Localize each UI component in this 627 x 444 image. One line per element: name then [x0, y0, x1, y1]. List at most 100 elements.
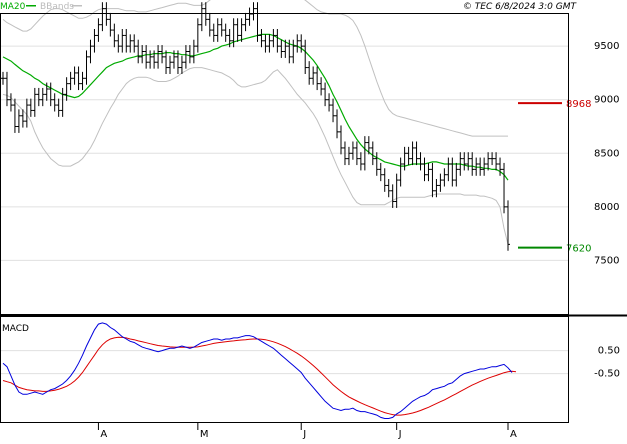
bband-lower-line	[2, 67, 509, 245]
price-bar	[76, 66, 81, 91]
price-bar	[490, 152, 495, 166]
price-bar	[331, 98, 336, 123]
price-bar	[164, 50, 169, 74]
price-bar	[263, 34, 268, 53]
price-bar	[183, 45, 188, 69]
price-bar	[422, 157, 427, 182]
macd-title: MACD	[2, 324, 29, 334]
price-bar	[8, 93, 13, 112]
price-bar	[235, 18, 240, 42]
support-label: 7620	[566, 244, 591, 255]
price-bar	[60, 87, 65, 117]
price-bar	[1, 71, 5, 85]
price-bar	[295, 34, 300, 53]
price-bar	[124, 29, 129, 53]
price-bar	[426, 162, 431, 182]
price-tick-label: 8000	[594, 202, 619, 213]
price-bar	[335, 109, 340, 139]
price-bar	[303, 39, 308, 74]
price-bar	[36, 87, 41, 107]
price-bar	[211, 23, 216, 42]
price-bar	[191, 39, 196, 64]
price-bar	[120, 29, 125, 53]
price-bar	[307, 61, 312, 85]
stock-chart: MA20 BBands © TEC 6/8/2024 3:0 GMT 89687…	[0, 0, 627, 440]
price-bar	[315, 66, 320, 91]
price-bar	[346, 146, 351, 166]
price-bar	[96, 18, 101, 42]
price-bar	[179, 55, 184, 74]
price-bar	[219, 18, 224, 37]
price-bar	[267, 34, 272, 53]
macd-y-axis: 0.50 -0.50	[594, 346, 620, 380]
price-bar	[502, 162, 507, 214]
price-bar	[291, 39, 296, 64]
price-bar	[327, 93, 332, 112]
price-bar	[140, 45, 145, 64]
time-x-axis: AMJJA	[97, 422, 517, 440]
price-frame	[0, 13, 569, 315]
price-bar	[108, 12, 113, 37]
price-bar	[112, 23, 117, 48]
price-bar	[450, 157, 455, 187]
ma-legend-label: MA20	[0, 2, 26, 12]
price-bar	[187, 45, 192, 64]
price-bar	[470, 152, 475, 176]
x-tick-label: J	[302, 429, 306, 440]
price-bar	[92, 29, 97, 53]
price-bar	[32, 87, 37, 117]
price-bar	[168, 55, 173, 74]
price-bar	[64, 77, 69, 101]
price-tick-label: 8500	[594, 148, 619, 159]
price-tick-label: 9500	[594, 41, 619, 52]
macd-grid	[0, 350, 568, 375]
price-bar	[56, 98, 61, 117]
ma20-path	[2, 33, 509, 181]
price-bar	[243, 12, 248, 32]
price-bar	[506, 200, 510, 251]
price-bar	[402, 146, 407, 171]
price-bar	[279, 39, 284, 58]
copyright-text: © TEC 6/8/2024 3:0 GMT	[463, 2, 578, 12]
x-tick-label: A	[510, 429, 517, 440]
price-bar	[338, 125, 343, 155]
price-bar	[4, 71, 9, 107]
price-bar	[136, 39, 141, 64]
price-bar	[454, 162, 459, 187]
price-bar	[390, 184, 395, 208]
price-bar	[430, 162, 435, 198]
price-bar	[223, 23, 228, 42]
price-bar	[358, 152, 363, 171]
price-bar	[251, 2, 256, 21]
price-bar	[271, 29, 276, 48]
price-bar	[378, 162, 383, 182]
x-tick-label: M	[200, 429, 209, 440]
price-bar	[486, 152, 491, 171]
price-bar	[247, 7, 252, 26]
price-bar	[466, 152, 471, 171]
price-bar	[132, 34, 137, 53]
price-bar	[406, 146, 411, 166]
bbands-legend-label: BBands	[40, 2, 74, 12]
price-bar	[207, 12, 212, 37]
price-bar	[52, 93, 57, 112]
price-bar	[462, 152, 467, 171]
macd-tick-label: -0.50	[594, 369, 620, 380]
chart-root: MA20 BBands © TEC 6/8/2024 3:0 GMT 8968 7…	[0, 0, 627, 440]
price-bar	[494, 152, 499, 171]
price-levels: 8968 7620	[518, 99, 591, 255]
price-bar	[259, 29, 264, 48]
price-bar	[418, 152, 423, 171]
price-bar	[100, 2, 105, 32]
price-bar	[199, 2, 204, 32]
price-bar	[80, 71, 85, 91]
price-bar	[148, 50, 153, 69]
price-bar	[350, 141, 355, 160]
x-tick-label: A	[100, 429, 107, 440]
price-bar	[40, 87, 45, 107]
price-bar	[239, 18, 244, 42]
price-bar	[116, 34, 121, 53]
macd-signal-line	[2, 336, 517, 416]
price-bar	[374, 152, 379, 176]
price-tick-label: 7500	[594, 255, 619, 266]
